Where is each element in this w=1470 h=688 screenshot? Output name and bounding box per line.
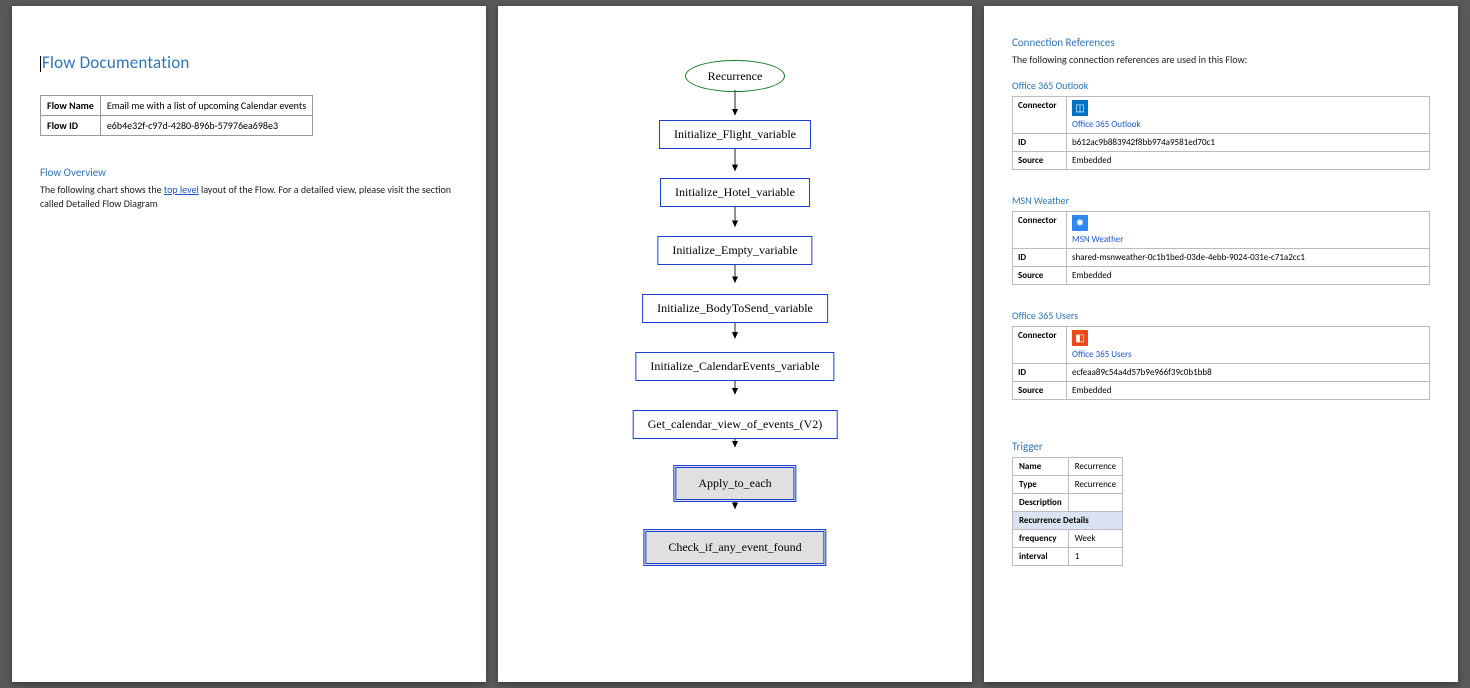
trigger-details-header: Recurrence Details xyxy=(1013,512,1123,530)
trigger-name-value: Recurrence xyxy=(1068,458,1122,476)
connector-label: Connector xyxy=(1013,212,1067,249)
outlook-source: Embedded xyxy=(1067,152,1430,170)
flow-id-value: e6b4e32f-c97d-4280-896b-57976ea698e3 xyxy=(100,116,312,136)
weather-table: Connector MSN Weather ID shared-msnweath… xyxy=(1012,211,1430,285)
outlook-table: Connector Office 365 Outlook ID b612ac9b… xyxy=(1012,96,1430,170)
overview-heading: Flow Overview xyxy=(40,166,458,179)
users-heading: Office 365 Users xyxy=(1012,309,1430,322)
trigger-heading: Trigger xyxy=(1012,440,1430,453)
weather-link[interactable]: MSN Weather xyxy=(1072,234,1424,245)
outlook-icon xyxy=(1072,100,1088,116)
document-page-1: Flow Documentation Flow Name Email me wi… xyxy=(12,6,486,682)
table-row: Flow Name Email me with a list of upcomi… xyxy=(41,96,313,116)
connector-cell: Office 365 Outlook xyxy=(1067,97,1430,134)
top-level-link[interactable]: top level xyxy=(164,183,199,196)
trigger-table: Name Recurrence Type Recurrence Descript… xyxy=(1012,457,1123,566)
users-table: Connector Office 365 Users ID ecfeaa89c5… xyxy=(1012,326,1430,400)
conn-ref-heading: Connection References xyxy=(1012,36,1430,49)
diagram-node: Initialize_Empty_variable xyxy=(657,236,812,265)
trigger-desc-label: Description xyxy=(1013,494,1069,512)
diagram-node: Get_calendar_view_of_events_(V2) xyxy=(633,410,838,439)
connector-cell: Office 365 Users xyxy=(1067,327,1430,364)
diagram-node: Initialize_Flight_variable xyxy=(659,120,811,149)
flow-diagram: Recurrence Initialize_Flight_variable In… xyxy=(526,36,944,652)
diagram-node: Initialize_BodyToSend_variable xyxy=(642,294,828,323)
trigger-freq-value: Week xyxy=(1068,530,1122,548)
trigger-type-label: Type xyxy=(1013,476,1069,494)
connector-label: Connector xyxy=(1013,327,1067,364)
diagram-node-check: Check_if_any_event_found xyxy=(643,529,826,566)
conn-ref-sub: The following connection references are … xyxy=(1012,53,1430,67)
table-row: Flow ID e6b4e32f-c97d-4280-896b-57976ea6… xyxy=(41,116,313,136)
overview-text: The following chart shows the top level … xyxy=(40,183,458,211)
outlook-heading: Office 365 Outlook xyxy=(1012,79,1430,92)
trigger-name-label: Name xyxy=(1013,458,1069,476)
diagram-node: Initialize_CalendarEvents_variable xyxy=(635,352,834,381)
outlook-link[interactable]: Office 365 Outlook xyxy=(1072,119,1424,130)
document-page-2: Recurrence Initialize_Flight_variable In… xyxy=(498,6,972,682)
diagram-node: Initialize_Hotel_variable xyxy=(660,178,810,207)
source-label: Source xyxy=(1013,382,1067,400)
diagram-node-recurrence: Recurrence xyxy=(685,60,785,92)
weather-heading: MSN Weather xyxy=(1012,194,1430,207)
id-label: ID xyxy=(1013,134,1067,152)
users-id: ecfeaa89c54a4d57b9e966f39c0b1bb8 xyxy=(1067,364,1430,382)
source-label: Source xyxy=(1013,267,1067,285)
document-page-3: Connection References The following conn… xyxy=(984,6,1458,682)
page-title: Flow Documentation xyxy=(40,52,458,73)
weather-icon xyxy=(1072,215,1088,231)
flow-info-table: Flow Name Email me with a list of upcomi… xyxy=(40,95,313,136)
trigger-interval-value: 1 xyxy=(1068,548,1122,566)
connector-label: Connector xyxy=(1013,97,1067,134)
weather-source: Embedded xyxy=(1067,267,1430,285)
source-label: Source xyxy=(1013,152,1067,170)
id-label: ID xyxy=(1013,364,1067,382)
users-source: Embedded xyxy=(1067,382,1430,400)
flow-id-label: Flow ID xyxy=(41,116,101,136)
trigger-freq-label: frequency xyxy=(1013,530,1069,548)
users-icon xyxy=(1072,330,1088,346)
flow-name-value: Email me with a list of upcoming Calenda… xyxy=(100,96,312,116)
flow-name-label: Flow Name xyxy=(41,96,101,116)
trigger-interval-label: interval xyxy=(1013,548,1069,566)
id-label: ID xyxy=(1013,249,1067,267)
connector-cell: MSN Weather xyxy=(1067,212,1430,249)
outlook-id: b612ac9b883942f8bb974a9581ed70c1 xyxy=(1067,134,1430,152)
users-link[interactable]: Office 365 Users xyxy=(1072,349,1424,360)
trigger-type-value: Recurrence xyxy=(1068,476,1122,494)
diagram-node-apply: Apply_to_each xyxy=(673,465,796,502)
trigger-desc-value xyxy=(1068,494,1122,512)
weather-id: shared-msnweather-0c1b1bed-03de-4ebb-902… xyxy=(1067,249,1430,267)
